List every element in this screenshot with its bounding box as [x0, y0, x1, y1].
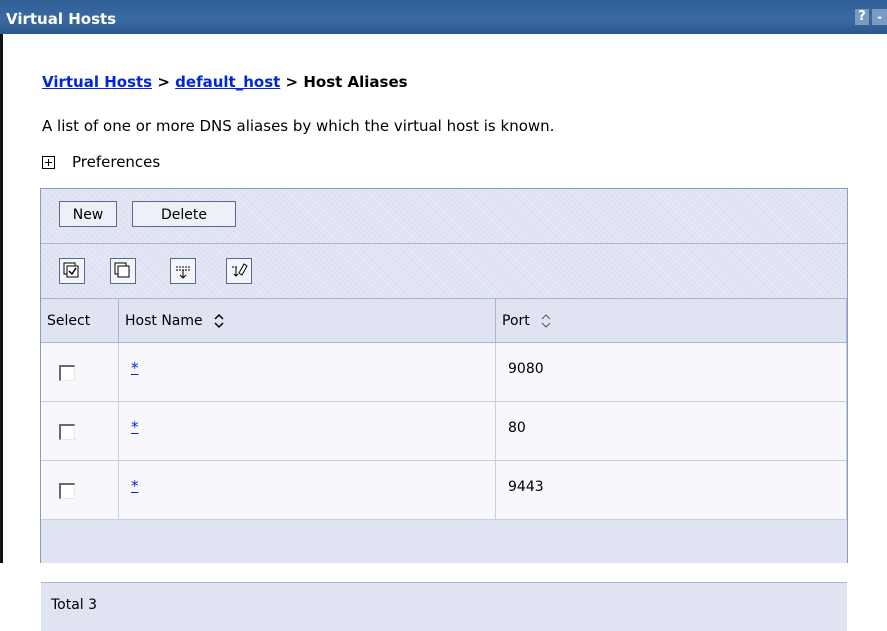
host-alias-link[interactable]: *: [131, 477, 139, 495]
port-cell: 9080: [495, 342, 847, 402]
column-select: Select: [41, 299, 119, 343]
table-row: * 80: [41, 401, 847, 461]
host-name-cell: *: [118, 342, 496, 402]
window-left-border: [0, 0, 3, 563]
table-footer: Total 3: [41, 582, 847, 631]
breadcrumb-default-host[interactable]: default_host: [175, 73, 280, 91]
expand-icon[interactable]: [42, 155, 55, 169]
port-value: 80: [508, 420, 526, 436]
row-checkbox[interactable]: [59, 365, 75, 381]
delete-button[interactable]: Delete: [132, 201, 236, 227]
breadcrumb-separator: >: [285, 73, 299, 91]
total-count: Total 3: [51, 597, 98, 613]
sort-icon[interactable]: [213, 313, 225, 329]
host-name-cell: *: [118, 460, 496, 520]
breadcrumb-current: Host Aliases: [303, 73, 408, 91]
new-button[interactable]: New: [59, 201, 117, 227]
host-alias-link[interactable]: *: [131, 359, 139, 377]
preferences-toggle[interactable]: Preferences: [42, 153, 160, 171]
show-filter-icon[interactable]: [170, 258, 196, 284]
help-icon[interactable]: ?: [855, 9, 869, 25]
breadcrumb-virtual-hosts[interactable]: Virtual Hosts: [42, 73, 152, 91]
select-cell: [41, 342, 119, 402]
select-cell: [41, 460, 119, 520]
clear-filter-icon[interactable]: [226, 258, 252, 284]
host-aliases-panel: New Delete Select Host Name Port * 9080 …: [40, 188, 848, 631]
minimize-icon[interactable]: -: [872, 9, 887, 25]
table-row: * 9080: [41, 342, 847, 402]
host-aliases-table: Select Host Name Port * 9080 * 80 * 9443: [41, 299, 847, 520]
port-cell: 9443: [495, 460, 847, 520]
page-description: A list of one or more DNS aliases by whi…: [42, 117, 555, 135]
row-checkbox[interactable]: [59, 483, 75, 499]
column-port-label: Port: [502, 312, 530, 329]
host-alias-link[interactable]: *: [131, 418, 139, 436]
column-port[interactable]: Port: [495, 299, 847, 343]
select-all-icon[interactable]: [59, 258, 85, 284]
row-checkbox[interactable]: [59, 424, 75, 440]
host-name-cell: *: [118, 401, 496, 461]
icon-toolbar: [41, 244, 847, 299]
table-row: * 9443: [41, 460, 847, 520]
table-header-row: Select Host Name Port: [41, 299, 847, 343]
sort-icon[interactable]: [540, 313, 552, 329]
breadcrumb-separator: >: [157, 73, 170, 91]
breadcrumb: Virtual Hosts > default_host > Host Alia…: [42, 73, 408, 91]
port-cell: 80: [495, 401, 847, 461]
port-value: 9080: [508, 361, 544, 377]
port-value: 9443: [508, 479, 544, 495]
button-toolbar: New Delete: [41, 189, 847, 244]
deselect-all-icon[interactable]: [110, 258, 136, 284]
window-title: Virtual Hosts: [6, 10, 117, 28]
select-cell: [41, 401, 119, 461]
column-host-name[interactable]: Host Name: [118, 299, 496, 343]
window-titlebar: Virtual Hosts ? -: [0, 0, 887, 34]
column-host-name-label: Host Name: [125, 312, 203, 329]
preferences-label: Preferences: [72, 153, 161, 171]
